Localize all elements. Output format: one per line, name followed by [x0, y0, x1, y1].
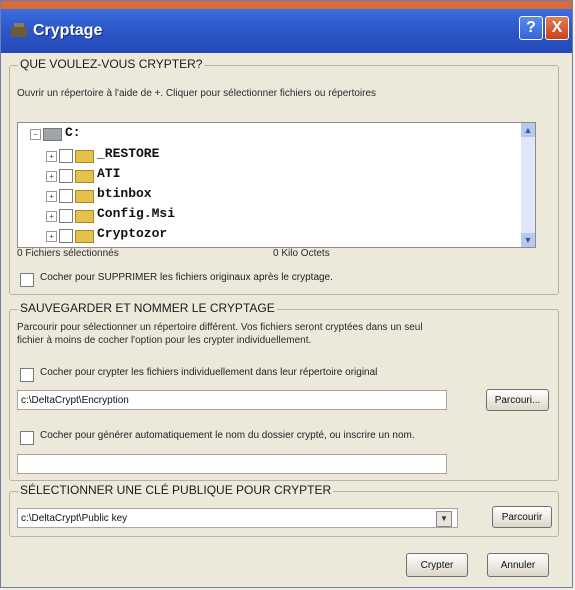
- expand-icon[interactable]: +: [46, 151, 57, 162]
- individual-encrypt-label: Cocher pour crypter les fichiers individ…: [40, 367, 378, 378]
- selected-size: 0 Kilo Octets: [273, 248, 330, 259]
- folder-icon: [75, 230, 94, 243]
- scroll-up-icon[interactable]: ▲: [521, 123, 535, 137]
- title-bar: Cryptage ? X: [1, 9, 572, 53]
- delete-originals-checkbox[interactable]: [20, 273, 34, 287]
- folder-name-input[interactable]: [17, 454, 447, 474]
- tree-checkbox[interactable]: [59, 209, 73, 223]
- expand-icon[interactable]: +: [46, 171, 57, 182]
- window-title: Cryptage: [33, 22, 103, 39]
- folder-icon: [75, 150, 94, 163]
- tree-item-ati[interactable]: ATI: [97, 166, 120, 181]
- save-name-title: SAUVEGARDER ET NOMMER LE CRYPTAGE: [18, 301, 277, 315]
- tree-checkbox[interactable]: [59, 189, 73, 203]
- tree-root[interactable]: C:: [65, 125, 81, 140]
- select-files-instruction: Ouvrir un répertoire à l'aide de +. Cliq…: [17, 88, 377, 99]
- tree-item-cryptozor[interactable]: Cryptozor: [97, 226, 167, 241]
- help-button[interactable]: ?: [519, 16, 543, 40]
- scroll-down-icon[interactable]: ▼: [521, 233, 535, 247]
- expand-icon[interactable]: +: [46, 231, 57, 242]
- expand-icon[interactable]: +: [46, 191, 57, 202]
- save-help-line2: fichier à moins de cocher l'option pour …: [17, 335, 312, 346]
- select-files-group: QUE VOULEZ-VOUS CRYPTER? Ouvrir un réper…: [9, 57, 559, 295]
- top-stripe: [1, 1, 572, 9]
- auto-name-label: Cocher pour générer automatiquement le n…: [40, 430, 415, 441]
- tree-checkbox[interactable]: [59, 149, 73, 163]
- expand-icon[interactable]: +: [46, 211, 57, 222]
- dialog-panel: QUE VOULEZ-VOUS CRYPTER? Ouvrir un réper…: [9, 53, 564, 583]
- tree-scrollbar[interactable]: ▲ ▼: [521, 123, 535, 247]
- encryption-window: Cryptage ? X QUE VOULEZ-VOUS CRYPTER? Ou…: [0, 0, 573, 588]
- encrypt-button[interactable]: Crypter: [406, 553, 468, 577]
- cancel-button[interactable]: Annuler: [487, 553, 549, 577]
- close-button[interactable]: X: [545, 16, 569, 40]
- browse-key-button[interactable]: Parcourir: [492, 506, 552, 528]
- public-key-title: SÉLECTIONNER UNE CLÉ PUBLIQUE POUR CRYPT…: [18, 483, 334, 497]
- save-help-line1: Parcourir pour sélectionner un répertoir…: [17, 322, 423, 333]
- collapse-icon[interactable]: −: [30, 129, 41, 140]
- encryption-path-input[interactable]: c:\DeltaCrypt\Encryption: [17, 390, 447, 410]
- tree-checkbox[interactable]: [59, 229, 73, 243]
- tree-item-btinbox[interactable]: btinbox: [97, 186, 152, 201]
- save-name-group: SAUVEGARDER ET NOMMER LE CRYPTAGE Parcou…: [9, 301, 559, 481]
- file-tree[interactable]: − C: + _RESTORE + ATI + btinbox + Config…: [17, 122, 536, 248]
- tree-item-restore[interactable]: _RESTORE: [97, 146, 159, 161]
- folder-icon: [75, 190, 94, 203]
- browse-encryption-button[interactable]: Parcouri...: [486, 389, 549, 411]
- chevron-down-icon[interactable]: ▼: [436, 511, 452, 527]
- tree-item-config-msi[interactable]: Config.Msi: [97, 206, 175, 221]
- auto-name-checkbox[interactable]: [20, 431, 34, 445]
- drive-icon: [43, 128, 62, 141]
- selected-files-count: 0 Fichiers sélectionnés: [17, 248, 119, 259]
- folder-icon: [75, 210, 94, 223]
- tree-checkbox[interactable]: [59, 169, 73, 183]
- public-key-group: SÉLECTIONNER UNE CLÉ PUBLIQUE POUR CRYPT…: [9, 483, 559, 537]
- public-key-select[interactable]: c:\DeltaCrypt\Public key: [17, 508, 458, 528]
- individual-encrypt-checkbox[interactable]: [20, 368, 34, 382]
- app-icon: [11, 23, 27, 37]
- select-files-title: QUE VOULEZ-VOUS CRYPTER?: [18, 57, 205, 71]
- delete-originals-label: Cocher pour SUPPRIMER les fichiers origi…: [40, 272, 333, 283]
- folder-icon: [75, 170, 94, 183]
